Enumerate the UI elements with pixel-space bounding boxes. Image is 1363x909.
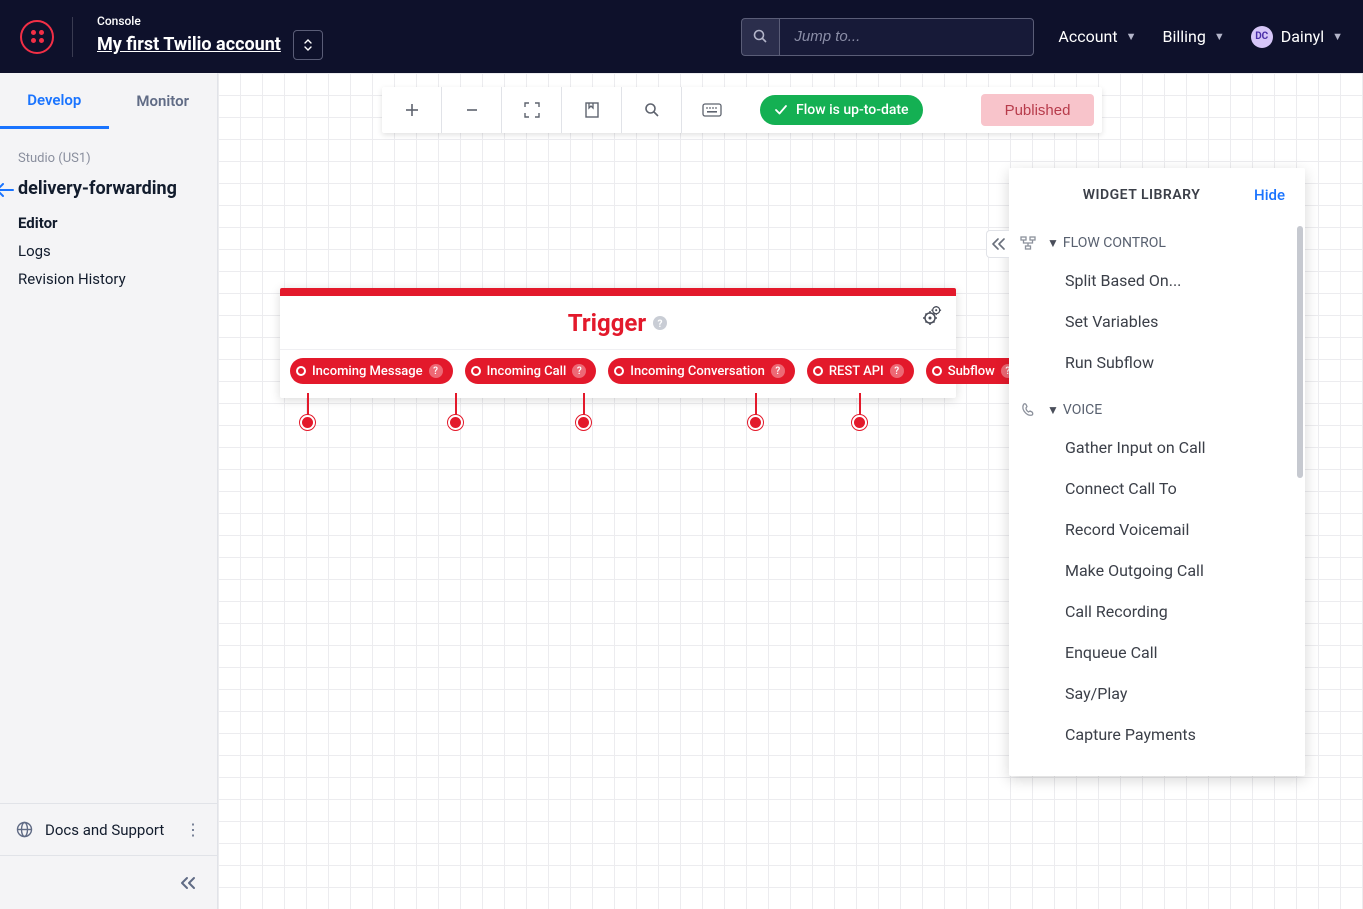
keyboard-shortcuts-button[interactable]: [682, 87, 742, 133]
svg-text:?: ?: [658, 319, 663, 330]
triangle-down-icon: ▼: [1047, 403, 1059, 417]
search-icon[interactable]: [741, 18, 779, 56]
trigger-widget[interactable]: Trigger ? Incoming Message? Incoming Cal…: [280, 288, 956, 398]
flow-status: Flow is up-to-date: [742, 87, 941, 133]
trigger-incoming-call[interactable]: Incoming Call?: [465, 358, 597, 384]
widget-set-variables[interactable]: Set Variables: [1009, 301, 1299, 342]
nav-billing[interactable]: Billing ▼: [1162, 27, 1224, 46]
help-icon: ?: [890, 364, 904, 378]
widget-section-flow-control[interactable]: ▼ FLOW CONTROL: [1009, 226, 1299, 260]
connector-endpoint[interactable]: [300, 415, 315, 430]
more-icon[interactable]: ⋮: [185, 820, 201, 839]
nav-account-label: Account: [1058, 27, 1117, 46]
tab-develop[interactable]: Develop: [0, 73, 109, 129]
account-switcher[interactable]: [293, 30, 323, 60]
tab-monitor[interactable]: Monitor: [109, 73, 218, 129]
connector-line[interactable]: [307, 393, 309, 423]
sidebar-collapse-button[interactable]: [0, 855, 217, 909]
scrollbar-thumb[interactable]: [1297, 226, 1303, 478]
sidebar-link-revision-history[interactable]: Revision History: [18, 270, 199, 288]
widget-split-based-on[interactable]: Split Based On...: [1009, 260, 1299, 301]
connector-line[interactable]: [583, 393, 585, 423]
section-label: FLOW CONTROL: [1063, 235, 1166, 251]
fit-screen-button[interactable]: [502, 87, 562, 133]
zoom-out-button[interactable]: [442, 87, 502, 133]
avatar: DC: [1251, 26, 1273, 48]
publish-button[interactable]: Published: [981, 94, 1095, 126]
publish-container: Published: [981, 87, 1103, 133]
trigger-incoming-message[interactable]: Incoming Message?: [290, 358, 453, 384]
widget-say-play[interactable]: Say/Play: [1009, 673, 1299, 714]
back-arrow-icon[interactable]: [0, 183, 14, 197]
user-name: Dainyl: [1281, 27, 1324, 46]
connector-endpoint[interactable]: [852, 415, 867, 430]
connector-endpoint[interactable]: [576, 415, 591, 430]
search-input[interactable]: [779, 18, 1034, 56]
widget-library-title: WIDGET LIBRARY: [1029, 187, 1254, 203]
sidebar-link-editor[interactable]: Editor: [18, 214, 199, 232]
trigger-color-bar: [280, 288, 956, 296]
triangle-down-icon: ▼: [1047, 236, 1059, 250]
trigger-incoming-conversation[interactable]: Incoming Conversation?: [608, 358, 795, 384]
divider: [72, 17, 73, 57]
globe-icon: [16, 821, 33, 838]
widget-gather-input-on-call[interactable]: Gather Input on Call: [1009, 427, 1299, 468]
account-name[interactable]: My first Twilio account: [97, 34, 281, 55]
docs-support-link[interactable]: Docs and Support: [16, 821, 164, 839]
widget-enqueue-call[interactable]: Enqueue Call: [1009, 632, 1299, 673]
widget-library-panel: WIDGET LIBRARY Hide ▼ FLOW CONTROL Split…: [1009, 168, 1305, 776]
trigger-title: Trigger: [568, 309, 646, 337]
widget-run-subflow[interactable]: Run Subflow: [1009, 342, 1299, 383]
help-icon[interactable]: ?: [652, 315, 668, 331]
status-text: Flow is up-to-date: [796, 102, 909, 118]
nav-user[interactable]: DC Dainyl ▼: [1251, 26, 1343, 48]
sidebar-tabs: Develop Monitor: [0, 73, 217, 129]
sidebar: Develop Monitor Studio (US1) delivery-fo…: [0, 73, 218, 909]
chevron-down-icon: ▼: [1214, 30, 1225, 43]
zoom-in-button[interactable]: [382, 87, 442, 133]
connector-endpoint[interactable]: [748, 415, 763, 430]
help-icon: ?: [771, 364, 785, 378]
flow-control-icon: [1019, 234, 1037, 252]
connector-line[interactable]: [455, 393, 457, 423]
chevron-down-icon: ▼: [1332, 30, 1343, 43]
top-navbar: Console My first Twilio account Account …: [0, 0, 1363, 73]
checkmark-icon: [774, 103, 788, 117]
section-label: VOICE: [1063, 402, 1102, 418]
flow-title[interactable]: delivery-forwarding: [18, 178, 177, 200]
connector-endpoint[interactable]: [448, 415, 463, 430]
widget-make-outgoing-call[interactable]: Make Outgoing Call: [1009, 550, 1299, 591]
widget-library-collapse-button[interactable]: [986, 230, 1009, 258]
widget-connect-call-to[interactable]: Connect Call To: [1009, 468, 1299, 509]
voice-icon: [1019, 401, 1037, 419]
save-view-button[interactable]: [562, 87, 622, 133]
sidebar-link-logs[interactable]: Logs: [18, 242, 199, 260]
flow-canvas[interactable]: Flow is up-to-date Published Trigger ?: [218, 73, 1363, 909]
studio-region-label: Studio (US1): [18, 151, 199, 166]
canvas-toolbar: Flow is up-to-date Published: [382, 87, 1102, 133]
gear-icon[interactable]: [920, 306, 944, 326]
connector-line[interactable]: [755, 393, 757, 423]
search-canvas-button[interactable]: [622, 87, 682, 133]
connector-line[interactable]: [859, 393, 861, 423]
help-icon: ?: [429, 364, 443, 378]
twilio-logo[interactable]: [20, 20, 54, 54]
nav-billing-label: Billing: [1162, 27, 1205, 46]
widget-record-voicemail[interactable]: Record Voicemail: [1009, 509, 1299, 550]
console-label: Console: [97, 14, 323, 28]
widget-call-recording[interactable]: Call Recording: [1009, 591, 1299, 632]
help-icon: ?: [572, 364, 586, 378]
search-container: [741, 18, 1034, 56]
widget-library-hide-button[interactable]: Hide: [1254, 186, 1285, 204]
widget-capture-payments[interactable]: Capture Payments: [1009, 714, 1299, 755]
nav-account[interactable]: Account ▼: [1058, 27, 1136, 46]
docs-label: Docs and Support: [45, 821, 164, 839]
chevron-down-icon: ▼: [1126, 30, 1137, 43]
trigger-rest-api[interactable]: REST API?: [807, 358, 914, 384]
widget-section-voice[interactable]: ▼ VOICE: [1009, 393, 1299, 427]
